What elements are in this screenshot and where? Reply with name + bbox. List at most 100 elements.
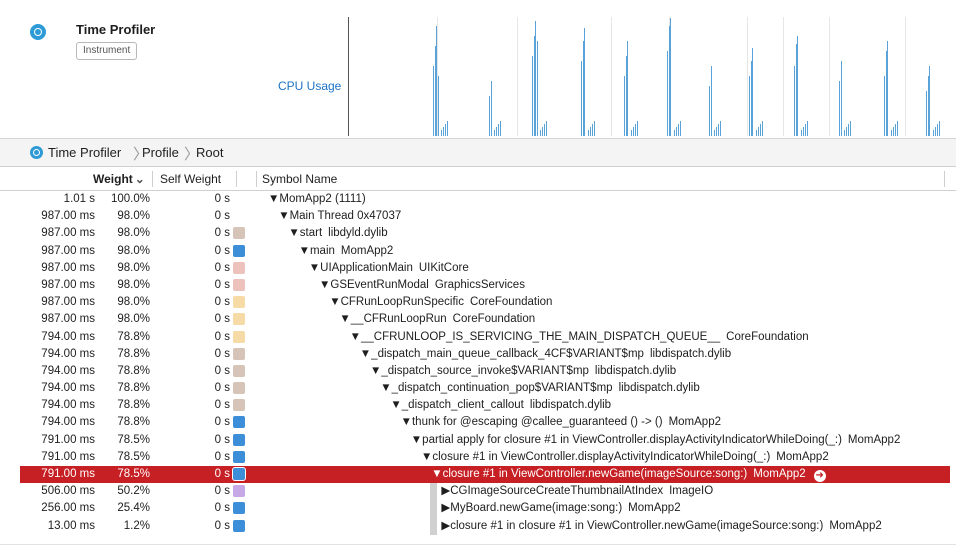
weight-percent: 78.8%: [117, 399, 150, 412]
symbol-name: ▼__CFRUNLOOP_IS_SERVICING_THE_MAIN_DISPA…: [350, 329, 809, 346]
self-weight-value: 0 s: [214, 210, 230, 223]
imgio-library-icon: [233, 485, 245, 498]
self-weight-value: 0 s: [214, 399, 230, 412]
symbol-text: ▼UIApplicationMain: [308, 261, 413, 274]
core-library-icon: [233, 296, 245, 309]
cpu-usage-spike: [846, 127, 847, 136]
library-name: CoreFoundation: [726, 330, 809, 343]
symbol-name: ▼CFRunLoopRunSpecific CoreFoundation: [329, 294, 552, 311]
time-profiler-icon: [30, 146, 43, 159]
cpu-usage-spike: [589, 127, 591, 136]
cpu-usage-spike: [544, 124, 545, 136]
weight-value: 987.00 ms: [41, 227, 95, 240]
user-library-icon: [233, 416, 245, 429]
table-row[interactable]: 794.00 ms 78.8% 0 s ▼_dispatch_main_queue_c…: [20, 346, 950, 363]
symbol-name: ▼UIApplicationMain UIKitCore: [309, 260, 469, 277]
cpu-usage-spike: [718, 124, 719, 136]
breadcrumb-item-time-profiler[interactable]: Time Profiler: [48, 145, 121, 160]
column-divider[interactable]: [256, 171, 257, 187]
gear-library-icon: [233, 347, 245, 360]
table-row[interactable]: 987.00 ms 98.0% 0 s ▼main MomApp2: [20, 243, 950, 260]
breadcrumb-item-root[interactable]: Root: [196, 145, 223, 160]
library-name: libdispatch.dylib: [529, 399, 612, 412]
symbol-name: ▼_dispatch_client_callout libdispatch.dyl…: [390, 397, 611, 414]
column-divider[interactable]: [236, 171, 237, 187]
table-row[interactable]: 794.00 ms 78.8% 0 s ▼__CFRUNLOOP_IS_SERVICI…: [20, 329, 950, 346]
weight-percent: 98.0%: [117, 296, 150, 309]
cpu-usage-spike: [500, 121, 501, 136]
symbol-name: ▶closure #1 in closure #1 in ViewControl…: [441, 518, 881, 535]
track-gridline: [829, 17, 830, 136]
table-row[interactable]: 987.00 ms 98.0% 0 s ▼GSEventRunModal Graphic…: [20, 277, 950, 294]
weight-percent: 78.8%: [117, 364, 150, 377]
weight-percent: 1.2%: [123, 519, 150, 532]
column-divider[interactable]: [944, 171, 945, 187]
instrument-badge: Instrument: [76, 42, 138, 60]
table-row[interactable]: 794.00 ms 78.8% 0 s ▼_dispatch_continuation…: [20, 380, 950, 397]
track-gridline: [517, 17, 518, 136]
instrument-title: Time Profiler: [76, 22, 156, 37]
table-row[interactable]: 987.00 ms 98.0% 0 s ▼start libdyld.dylib: [20, 225, 950, 242]
lib-library-icon: [233, 278, 245, 291]
table-row[interactable]: 987.00 ms 98.0% 0 s ▼CFRunLoopRunSpecific Co…: [20, 294, 950, 311]
gear-library-icon: [233, 227, 245, 240]
column-header-symbol-name[interactable]: Symbol Name: [262, 172, 337, 186]
symbol-text: ▼main: [298, 244, 335, 257]
symbol-text: ▼_dispatch_main_queue_callback_4CF$VARIA…: [359, 347, 644, 360]
call-tree[interactable]: 1.01 s 100.0% 0 s ▼MomApp2 (1111) 987.00 ms 9…: [20, 191, 950, 535]
symbol-name: ▼Main Thread 0x47037: [278, 208, 401, 225]
cpu-usage-spike: [840, 61, 842, 136]
cpu-usage-spike: [540, 130, 541, 136]
table-row[interactable]: 506.00 ms 50.2% 0 s ▶CGImageSourceCreateThu…: [20, 483, 950, 501]
breadcrumb-item-profile[interactable]: Profile: [142, 145, 179, 160]
table-row[interactable]: 794.00 ms 78.8% 0 s ▼thunk for @escaping @c…: [20, 414, 950, 431]
symbol-name: ▼closure #1 in ViewController.newGame(im…: [431, 466, 826, 483]
table-row[interactable]: 791.00 ms 78.5% 0 s ▼partial apply for clos…: [20, 432, 950, 449]
weight-percent: 50.2%: [117, 485, 150, 498]
self-weight-value: 0 s: [214, 227, 230, 240]
symbol-name: ▼thunk for @escaping @callee_guaranteed …: [401, 414, 721, 431]
cpu-usage-spike: [627, 41, 628, 136]
weight-value: 794.00 ms: [41, 416, 95, 429]
symbol-text: ▶CGImageSourceCreateThumbnailAtIndex: [441, 485, 664, 498]
weight-percent: 78.5%: [117, 433, 150, 446]
column-divider[interactable]: [152, 171, 153, 187]
table-row[interactable]: 1.01 s 100.0% 0 s ▼MomApp2 (1111): [20, 191, 950, 208]
breadcrumb: Time Profiler 〉 Profile 〉 Root: [0, 139, 956, 167]
table-row[interactable]: 13.00 ms 1.2% 0 s ▶closure #1 in closure #1…: [20, 517, 950, 535]
symbol-name: ▼MomApp2 (1111): [268, 191, 366, 208]
column-header-self-weight[interactable]: Self Weight: [160, 172, 221, 186]
user-library-icon: [233, 244, 245, 257]
weight-percent: 78.8%: [117, 382, 150, 395]
symbol-text: ▼__CFRunLoopRun: [339, 313, 447, 326]
weight-percent: 98.0%: [117, 227, 150, 240]
self-weight-value: 0 s: [214, 502, 230, 515]
symbol-name: ▼main MomApp2: [299, 243, 394, 260]
column-header-weight[interactable]: Weight ⌄: [93, 172, 145, 186]
table-row[interactable]: 987.00 ms 98.0% 0 s ▼__CFRunLoopRun CoreFoun…: [20, 311, 950, 328]
table-row[interactable]: 794.00 ms 78.8% 0 s ▼_dispatch_source_invok…: [20, 363, 950, 380]
table-row[interactable]: 987.00 ms 98.0% 0 s ▼UIApplicationMain UIKit…: [20, 260, 950, 277]
symbol-text: ▼closure #1 in ViewController.newGame(im…: [431, 468, 748, 480]
cpu-usage-spike: [636, 121, 638, 136]
indent-guide: [430, 500, 437, 518]
time-profiler-icon[interactable]: [30, 24, 46, 40]
cpu-usage-spike: [441, 130, 442, 136]
symbol-name: ▼__CFRunLoopRun CoreFoundation: [339, 311, 535, 328]
weight-value: 791.00 ms: [41, 433, 95, 446]
gear-library-icon: [233, 364, 245, 377]
table-row[interactable]: 791.00 ms 78.5% 0 s ▼closure #1 in ViewCont…: [20, 466, 950, 484]
table-row[interactable]: 794.00 ms 78.8% 0 s ▼_dispatch_client_callo…: [20, 397, 950, 414]
track-gridline: [783, 17, 784, 136]
weight-value: 987.00 ms: [41, 313, 95, 326]
cpu-usage-spike: [938, 121, 940, 136]
table-row[interactable]: 256.00 ms 25.4% 0 s ▶MyBoard.newGame(image:…: [20, 500, 950, 518]
table-row[interactable]: 987.00 ms 98.0% 0 s ▼Main Thread 0x47037: [20, 208, 950, 225]
core-library-icon: [233, 330, 245, 343]
cpu-usage-track[interactable]: [349, 17, 953, 136]
cpu-usage-spike: [896, 121, 898, 136]
table-row[interactable]: 791.00 ms 78.5% 0 s ▼closure #1 in ViewCont…: [20, 449, 950, 466]
go-to-source-icon[interactable]: ➜: [813, 470, 826, 482]
weight-percent: 25.4%: [117, 502, 150, 515]
weight-value: 987.00 ms: [41, 244, 95, 257]
